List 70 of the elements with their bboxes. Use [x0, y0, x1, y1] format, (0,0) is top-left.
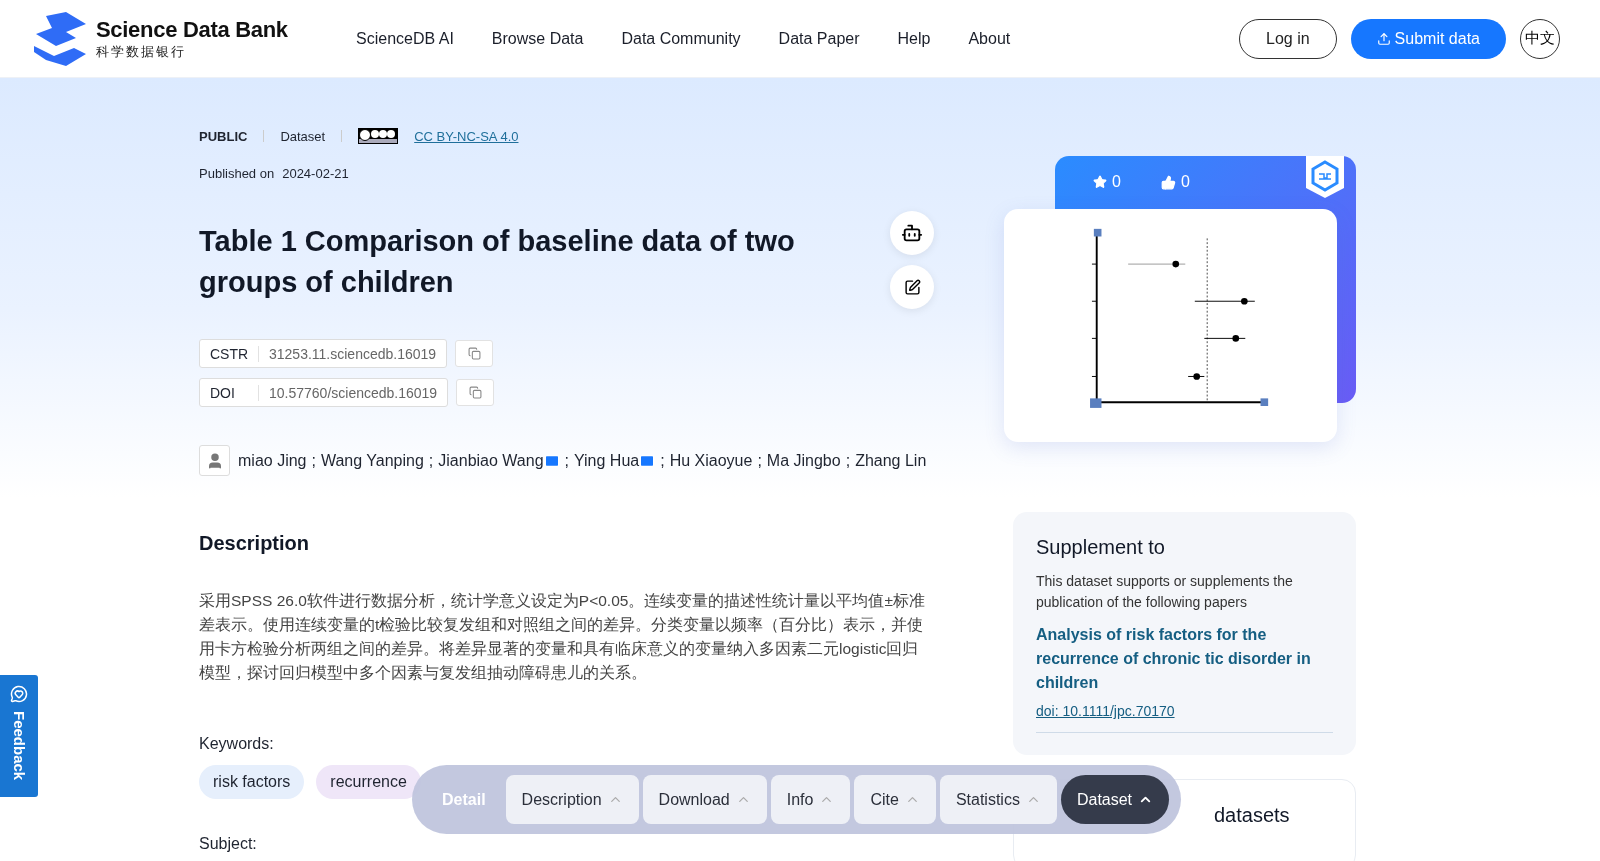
- chat-heart-icon: [10, 685, 28, 703]
- author-name[interactable]: Hu Xiaoyue: [669, 451, 753, 470]
- license-badge-icon: [358, 128, 399, 144]
- section-tab[interactable]: Download: [642, 775, 767, 824]
- thumbs-up-icon: [1160, 174, 1176, 190]
- published-label: Published on: [199, 166, 275, 181]
- supplement-text: This dataset supports or supplements the publication of the following papers: [1036, 572, 1294, 612]
- separator-text: ;: [757, 451, 762, 470]
- user-icon: [199, 445, 230, 476]
- section-tab[interactable]: Cite: [854, 775, 936, 824]
- identifier-field: CSTR 31253.11.sciencedb.16019: [199, 339, 448, 368]
- star-icon: [1093, 175, 1107, 189]
- language-button[interactable]: 中文: [1520, 18, 1560, 59]
- description-text: 采用SPSS 26.0软件进行数据分析，统计学意义设定为P<0.05。连续变量的描述性统计量以平均值±标准差表示。使用连续变量的t检验比较复发组和对照组之间的差异。分类变量以频率（百分比）表示，并使用卡方检验分析两组之间的差异。将差异显著的变量和具有临床意义的变量纳入多因素二元logistic回归模型，探讨回归模型中多个因素与复发组抽动障碍患儿的关系。: [199, 591, 926, 683]
- likes-count[interactable]: 0: [1160, 173, 1190, 191]
- logo-subtitle: 科学数据银行: [96, 42, 187, 61]
- keyword-tag[interactable]: risk factors: [199, 765, 305, 799]
- nav-link[interactable]: ScienceDB AI: [356, 29, 454, 48]
- copy-icon: [468, 386, 482, 399]
- identifier-field: DOI 10.57760/sciencedb.16019: [199, 378, 449, 407]
- section-tab[interactable]: Dataset: [1060, 775, 1170, 824]
- separator-text: ;: [564, 451, 569, 470]
- robot-icon: [901, 222, 923, 244]
- keyword-tag[interactable]: recurrence: [316, 765, 421, 799]
- access-label: PUBLIC: [199, 128, 248, 144]
- section-heading: Description: [199, 532, 311, 555]
- hexagon-badge-icon: [1306, 156, 1344, 198]
- card-heading: datasets: [1214, 804, 1290, 826]
- upload-icon: [1376, 31, 1391, 46]
- author-name[interactable]: Ying Hua: [574, 451, 640, 470]
- submit-data-button[interactable]: Submit data: [1350, 18, 1506, 59]
- nav-link[interactable]: About: [968, 29, 1011, 48]
- copy-button[interactable]: [456, 379, 495, 406]
- nav-link[interactable]: Data Community: [621, 29, 741, 48]
- author-name[interactable]: Jianbiao Wang: [438, 451, 544, 470]
- nav-link[interactable]: Data Paper: [778, 29, 860, 48]
- keywords-label: Keywords:: [199, 735, 275, 753]
- copy-icon: [467, 347, 481, 360]
- edit-icon: [903, 278, 921, 296]
- license-link[interactable]: CC BY-NC-SA 4.0: [414, 128, 519, 144]
- dataset-title: Table 1 Comparison of baseline data of two groups of children: [199, 224, 796, 300]
- feedback-button[interactable]: Feedback: [0, 675, 38, 797]
- author-name[interactable]: Wang Yanping: [320, 451, 424, 470]
- nav-link[interactable]: Help: [897, 29, 931, 48]
- card-heading: Supplement to: [1036, 536, 1166, 559]
- separator-text: ;: [311, 451, 316, 470]
- published-date: 2024-02-21: [282, 166, 349, 181]
- section-tab[interactable]: Description: [505, 775, 639, 824]
- author-name[interactable]: Zhang Lin: [855, 451, 927, 470]
- subject-label: Subject:: [199, 835, 258, 853]
- error-bar-point: [1187, 372, 1205, 380]
- author-name[interactable]: Ma Jingbo: [766, 451, 841, 470]
- copy-button[interactable]: [455, 340, 494, 367]
- favorites-count[interactable]: 0: [1093, 173, 1121, 191]
- separator-text: ;: [428, 451, 434, 470]
- paper-title-link[interactable]: Analysis of risk factors for the recurrence of chronic tic disorder in children: [1036, 623, 1333, 695]
- author-name[interactable]: miao Jing: [238, 451, 307, 470]
- nav-link[interactable]: Browse Data: [491, 29, 584, 48]
- separator-text: ;: [660, 451, 665, 470]
- error-bar-point: [1127, 260, 1186, 267]
- login-button[interactable]: Log in: [1239, 18, 1337, 59]
- section-tab[interactable]: Info: [770, 775, 851, 824]
- logo-icon: [32, 11, 88, 66]
- error-bar-point: [1203, 334, 1246, 342]
- section-tab[interactable]: Statistics: [939, 775, 1057, 824]
- separator-text: ;: [845, 451, 851, 470]
- paper-doi-link[interactable]: doi: 10.1111/jpc.70170: [1036, 703, 1333, 733]
- error-bar-point: [1193, 297, 1255, 305]
- logo-title: Science Data Bank: [96, 16, 288, 43]
- type-label: Dataset: [280, 128, 326, 144]
